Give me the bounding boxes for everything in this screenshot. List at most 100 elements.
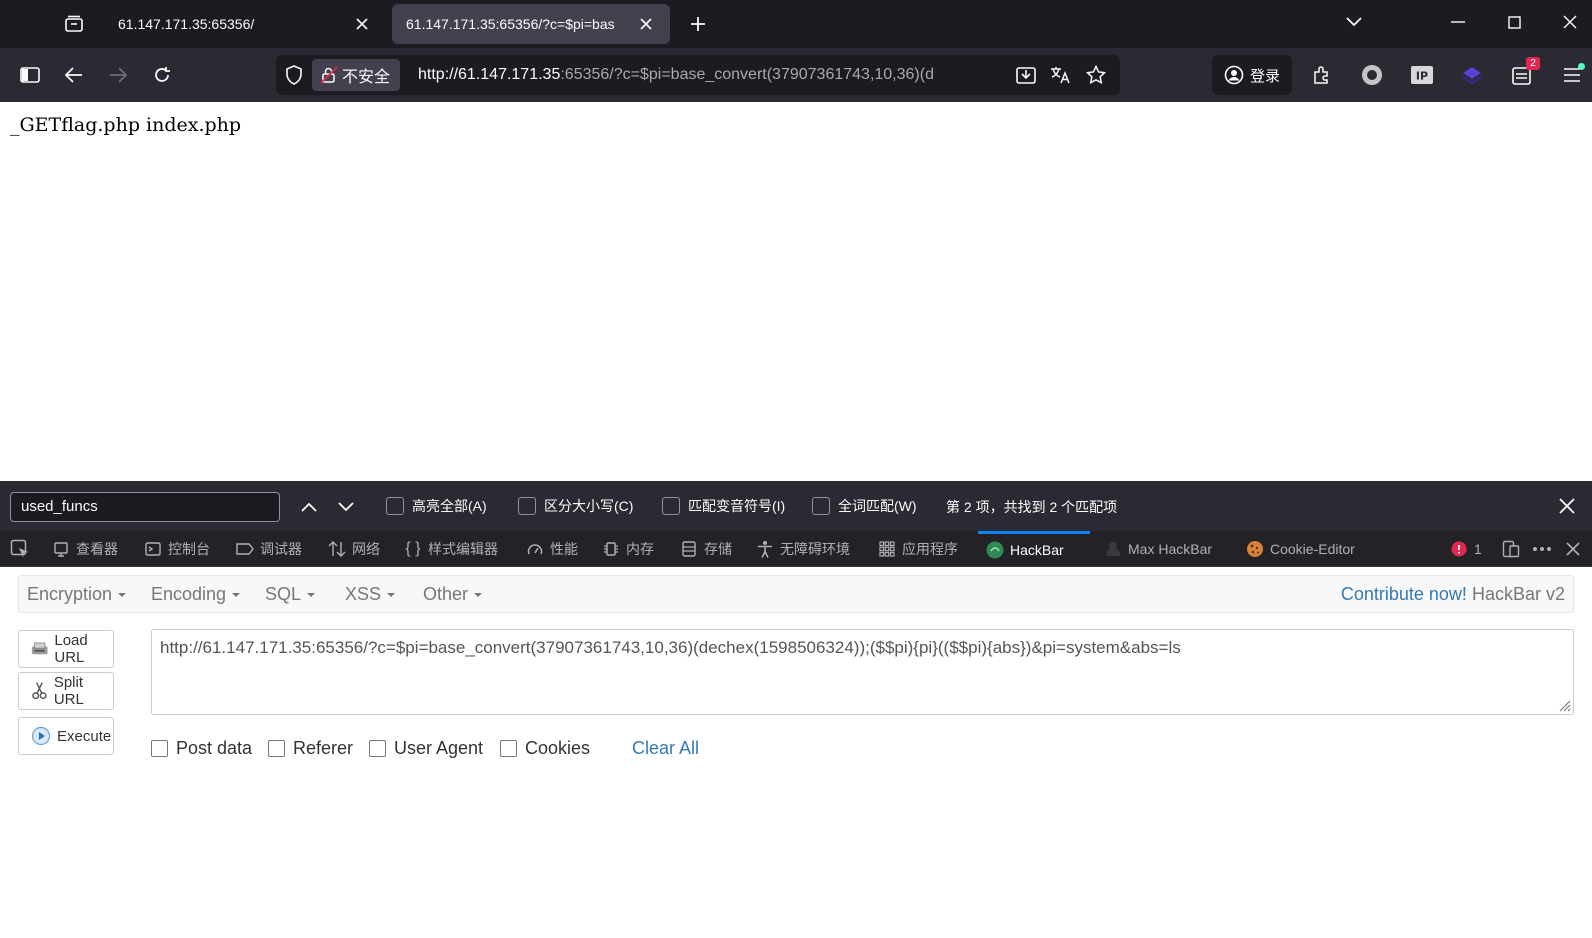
cookies-checkbox[interactable] <box>500 740 517 757</box>
contribute-link[interactable]: Contribute now! <box>1341 584 1467 604</box>
tab-inspector[interactable]: 查看器 <box>52 531 118 566</box>
menu-xss[interactable]: XSS <box>345 576 396 612</box>
tab-debugger[interactable]: 调试器 <box>236 531 302 566</box>
find-next-icon[interactable] <box>334 495 358 519</box>
cookie-icon <box>1246 540 1264 558</box>
user-agent-checkbox-row[interactable]: User Agent <box>369 738 483 759</box>
user-agent-checkbox[interactable] <box>369 740 386 757</box>
minimize-icon[interactable] <box>1438 4 1478 40</box>
maximize-icon[interactable] <box>1494 4 1534 40</box>
tab-performance[interactable]: 性能 <box>526 531 578 566</box>
checkbox[interactable] <box>518 497 536 515</box>
account-login-button[interactable]: 登录 <box>1212 55 1292 95</box>
referer-checkbox[interactable] <box>268 740 285 757</box>
save-page-icon[interactable] <box>1014 63 1038 87</box>
list-all-tabs-icon[interactable] <box>1334 4 1374 40</box>
tab-label: 存储 <box>704 540 732 557</box>
app-menu-icon[interactable] <box>1556 59 1588 91</box>
accessibility-icon <box>756 540 774 558</box>
split-url-button[interactable]: Split URL <box>18 672 114 710</box>
find-whole-words-option[interactable]: 全词匹配(W) <box>812 496 917 516</box>
element-picker-icon[interactable] <box>10 531 30 566</box>
close-tab-icon[interactable] <box>636 14 656 34</box>
menu-other[interactable]: Other <box>423 576 483 612</box>
menu-encryption[interactable]: Encryption <box>27 576 127 612</box>
tab-accessibility[interactable]: 无障碍环境 <box>756 531 850 566</box>
find-previous-icon[interactable] <box>297 495 321 519</box>
post-data-checkbox-row[interactable]: Post data <box>151 738 252 759</box>
menu-label: Encoding <box>151 584 227 604</box>
clear-all-link[interactable]: Clear All <box>632 738 699 759</box>
reload-icon[interactable] <box>146 59 178 91</box>
tab-second[interactable]: 61.147.171.35:65356/?c=$pi=bas <box>392 4 670 44</box>
tab-memory[interactable]: 内存 <box>602 531 654 566</box>
tab-label: 网络 <box>352 540 380 557</box>
tab-hackbar[interactable]: HackBar <box>978 531 1090 566</box>
post-data-checkbox[interactable] <box>151 740 168 757</box>
responsive-design-icon[interactable] <box>1502 531 1520 566</box>
tab-label: 应用程序 <box>902 540 958 557</box>
layers-extension-icon[interactable] <box>1456 59 1488 91</box>
option-label: 匹配变音符号(I) <box>688 498 786 514</box>
checkbox[interactable] <box>386 497 404 515</box>
menu-sql[interactable]: SQL <box>265 576 316 612</box>
tracking-protection-shield-icon[interactable] <box>282 63 306 87</box>
notification-extension-icon[interactable]: 2 <box>1506 57 1540 91</box>
load-url-icon <box>31 642 48 655</box>
memory-icon <box>602 540 620 558</box>
tab-storage[interactable]: 存储 <box>680 531 732 566</box>
checkbox[interactable] <box>812 497 830 515</box>
url-bar[interactable]: 不安全 http://61.147.171.35:65356/?c=$pi=ba… <box>276 55 1120 95</box>
tab-cookie-editor[interactable]: Cookie-Editor <box>1246 531 1355 566</box>
checkbox[interactable] <box>662 497 680 515</box>
back-icon[interactable] <box>58 59 90 91</box>
tab-groups-icon[interactable] <box>56 8 92 40</box>
hackbar-panel: Encryption Encoding SQL XSS Other Contri… <box>0 567 1592 938</box>
url-host: http://61.147.171.35 <box>418 66 561 83</box>
bookmark-star-icon[interactable] <box>1084 63 1108 87</box>
find-close-icon[interactable] <box>1554 493 1580 519</box>
tab-label: HackBar <box>1010 542 1064 558</box>
execute-button[interactable]: Execute <box>18 717 114 755</box>
tab-title: 61.147.171.35:65356/ <box>118 16 255 32</box>
tab-label: 样式编辑器 <box>428 540 498 557</box>
svg-text:IP: IP <box>1416 70 1428 83</box>
load-url-button[interactable]: Load URL <box>18 630 114 668</box>
find-match-diacritics-option[interactable]: 匹配变音符号(I) <box>662 496 785 516</box>
find-status: 第 2 项，共找到 2 个匹配项 <box>946 499 1118 515</box>
cookies-checkbox-row[interactable]: Cookies <box>500 738 590 759</box>
url-text[interactable]: http://61.147.171.35:65356/?c=$pi=base_c… <box>418 55 1008 95</box>
url-textarea[interactable]: http://61.147.171.35:65356/?c=$pi=base_c… <box>151 629 1574 715</box>
menu-encoding[interactable]: Encoding <box>151 576 241 612</box>
tab-first[interactable]: 61.147.171.35:65356/ <box>104 4 386 44</box>
menu-label: Encryption <box>27 584 113 604</box>
caret-down-icon <box>307 593 316 597</box>
close-devtools-icon[interactable] <box>1566 531 1580 566</box>
caret-down-icon <box>118 593 127 597</box>
resize-grip-icon[interactable] <box>1555 696 1571 712</box>
find-input[interactable]: used_funcs <box>10 492 280 522</box>
insecure-lock-icon <box>320 66 338 84</box>
new-tab-icon[interactable] <box>680 8 716 40</box>
tab-style-editor[interactable]: { } 样式编辑器 <box>404 531 498 566</box>
find-highlight-all-option[interactable]: 高亮全部(A) <box>386 496 487 516</box>
tab-max-hackbar[interactable]: Max HackBar <box>1104 531 1212 566</box>
forward-icon[interactable] <box>102 59 134 91</box>
close-window-icon[interactable] <box>1550 4 1590 40</box>
tab-console[interactable]: 控制台 <box>144 531 210 566</box>
error-count-indicator[interactable]: 1 <box>1450 531 1482 566</box>
find-match-case-option[interactable]: 区分大小写(C) <box>518 496 633 516</box>
button-label: Load URL <box>54 632 88 666</box>
tab-application[interactable]: 应用程序 <box>878 531 958 566</box>
extensions-puzzle-icon[interactable] <box>1306 59 1338 91</box>
close-tab-icon[interactable] <box>352 14 372 34</box>
record-extension-icon[interactable] <box>1356 59 1388 91</box>
translate-icon[interactable] <box>1048 63 1072 87</box>
insecure-connection-indicator[interactable]: 不安全 <box>312 59 401 91</box>
menu-label: XSS <box>345 584 382 604</box>
tab-network[interactable]: 网络 <box>328 531 380 566</box>
sidebar-icon[interactable] <box>14 59 46 91</box>
referer-checkbox-row[interactable]: Referer <box>268 738 353 759</box>
more-options-icon[interactable] <box>1532 531 1552 566</box>
ip-extension-icon[interactable]: IP <box>1406 59 1438 91</box>
